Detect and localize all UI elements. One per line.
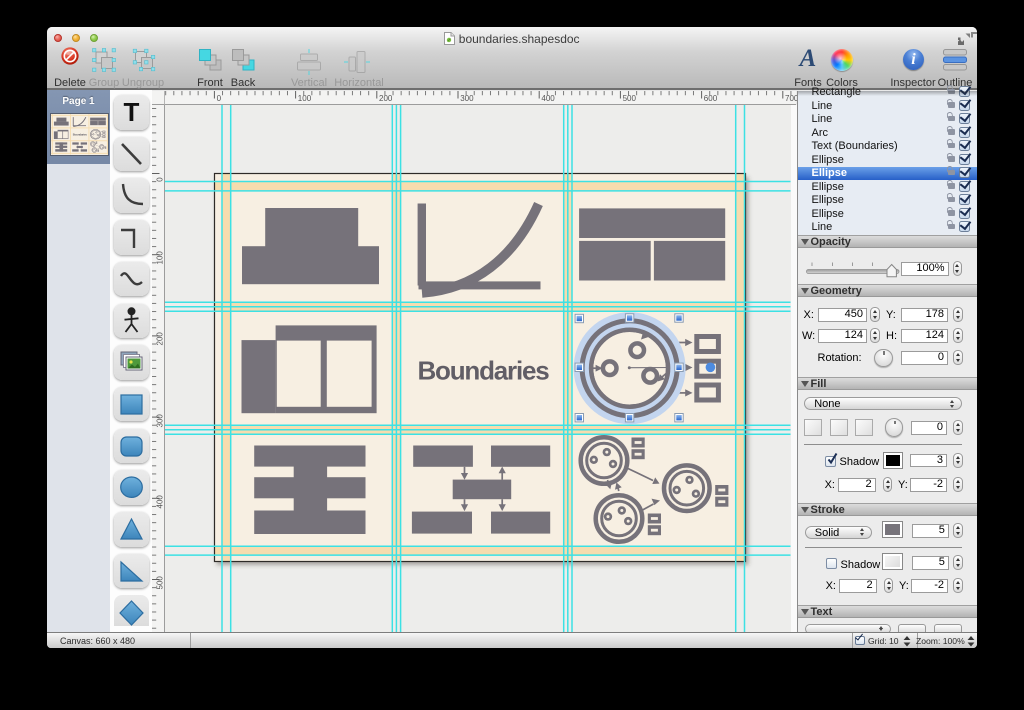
- svg-text:T: T: [124, 97, 140, 127]
